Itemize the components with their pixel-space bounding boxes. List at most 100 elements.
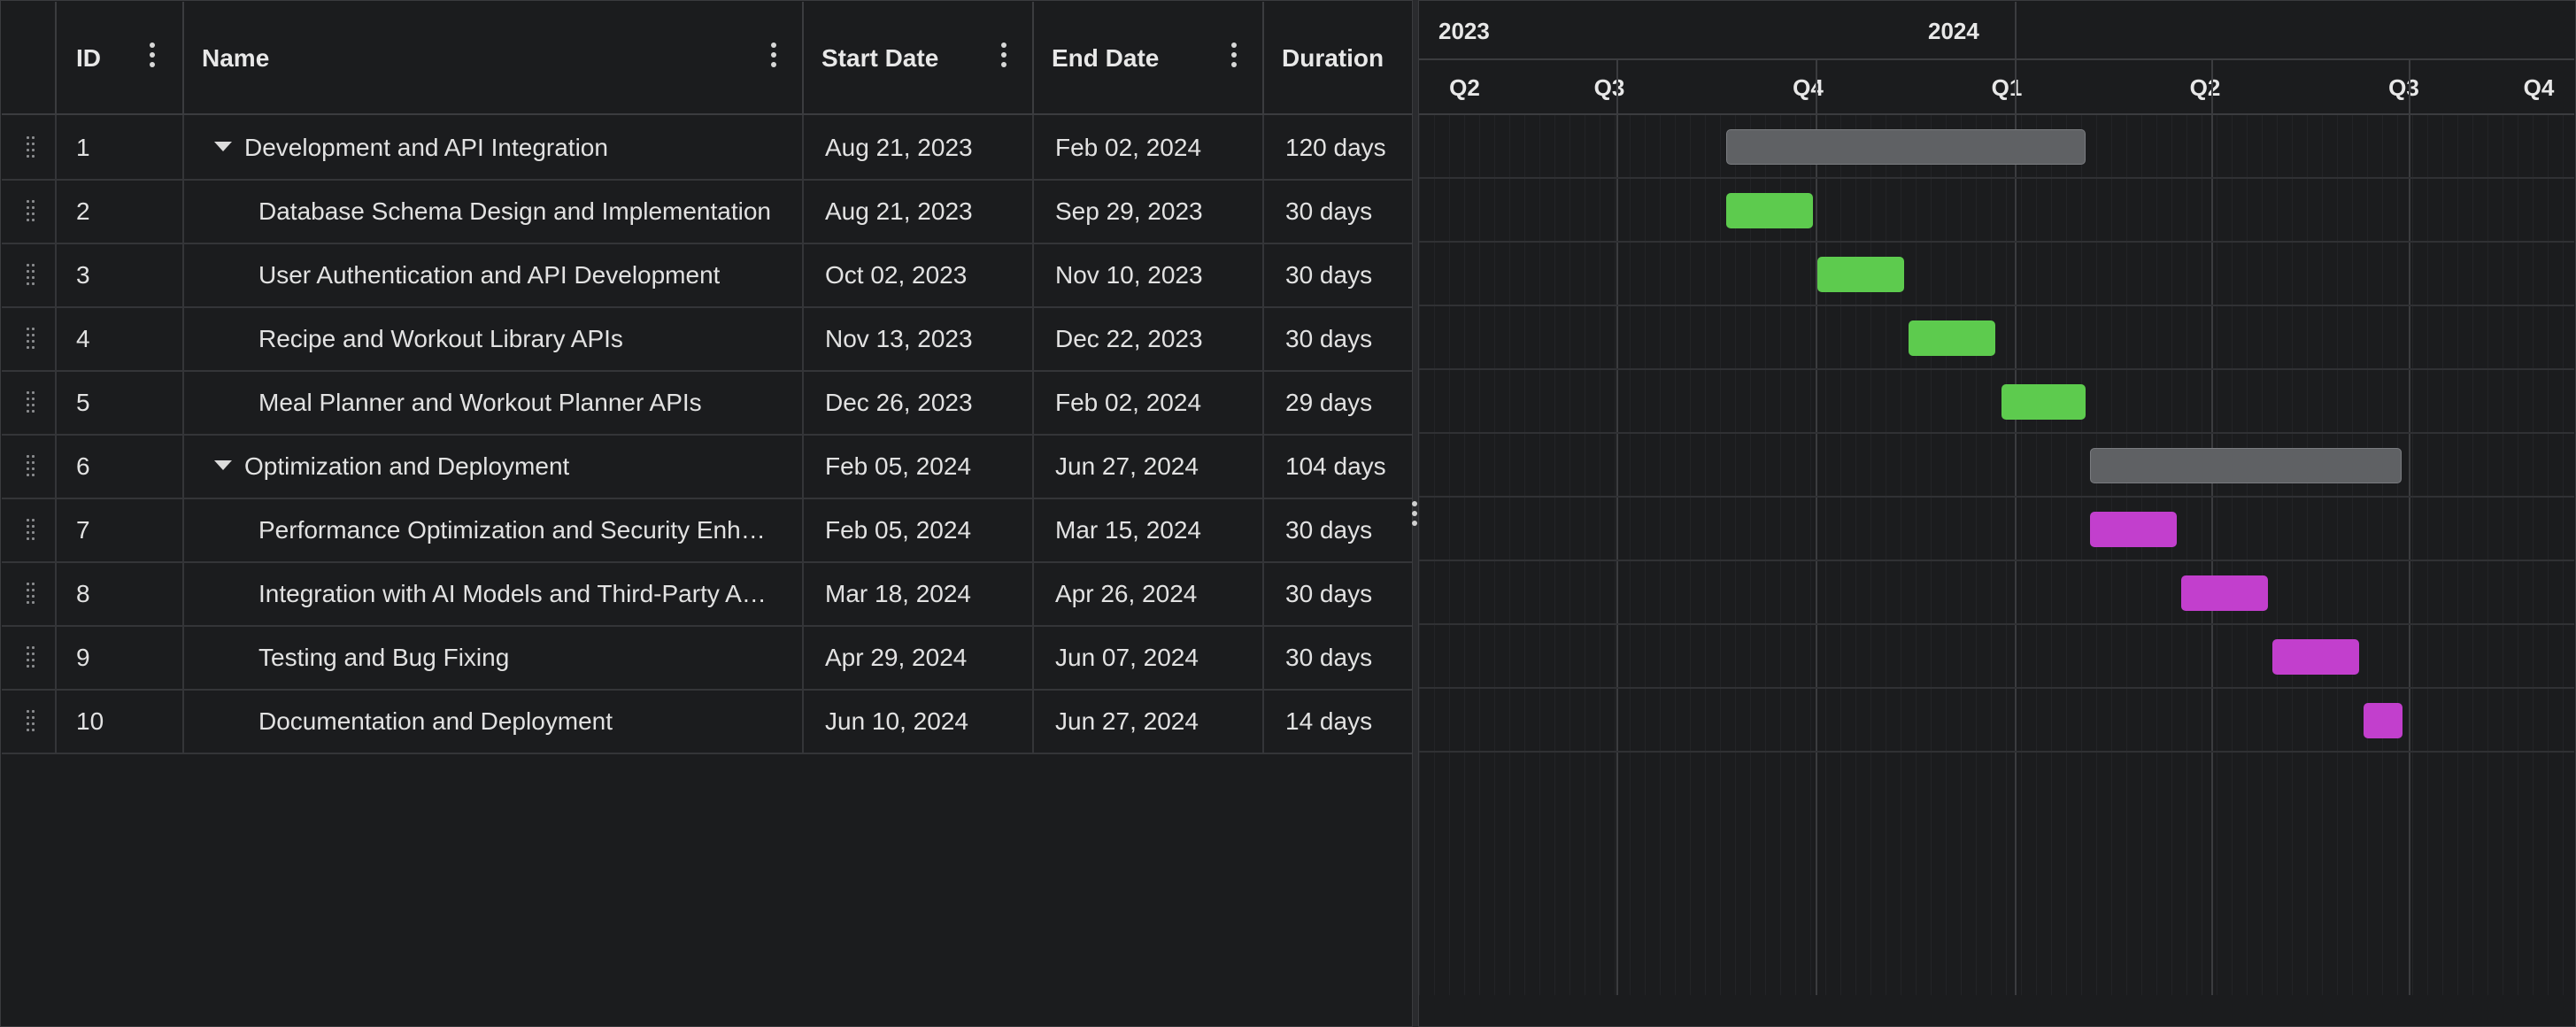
name-cell[interactable]: Development and API Integration bbox=[184, 115, 804, 179]
drag-handle-icon[interactable] bbox=[27, 646, 35, 668]
start-date-cell[interactable]: Apr 29, 2024 bbox=[804, 625, 1034, 689]
start-date: Aug 21, 2023 bbox=[825, 134, 973, 161]
gridline bbox=[2111, 115, 2112, 995]
task-bar[interactable] bbox=[2090, 512, 2177, 547]
end-date-cell[interactable]: Jun 27, 2024 bbox=[1034, 434, 1264, 498]
table-row[interactable]: 10 Documentation and Deployment Jun 10, … bbox=[2, 689, 1412, 754]
column-header-name[interactable]: Name bbox=[184, 2, 804, 113]
end-date-cell[interactable]: Nov 10, 2023 bbox=[1034, 243, 1264, 306]
gridline bbox=[2382, 115, 2383, 995]
column-header-end-date[interactable]: End Date bbox=[1034, 2, 1264, 113]
gantt-chart: 2023 2024 Q2 Q3 Q4 Q1 Q2 Q3 Q4 bbox=[1419, 2, 2574, 1025]
drag-cell[interactable] bbox=[2, 434, 57, 498]
drag-handle-icon[interactable] bbox=[27, 455, 35, 476]
duration-cell[interactable]: 30 days bbox=[1264, 179, 1412, 243]
task-bar[interactable] bbox=[1726, 193, 1813, 228]
table-row[interactable]: 3 User Authentication and API Developmen… bbox=[2, 243, 1412, 308]
name-cell[interactable]: Testing and Bug Fixing bbox=[184, 625, 804, 689]
name-cell[interactable]: User Authentication and API Development bbox=[184, 243, 804, 306]
gridline bbox=[1780, 115, 1781, 995]
column-header-duration[interactable]: Duration bbox=[1264, 2, 1412, 113]
start-date-cell[interactable]: Feb 05, 2024 bbox=[804, 498, 1034, 561]
table-row[interactable]: 9 Testing and Bug Fixing Apr 29, 2024 Ju… bbox=[2, 625, 1412, 691]
column-menu-icon[interactable] bbox=[149, 42, 156, 69]
name-cell[interactable]: Performance Optimization and Security En… bbox=[184, 498, 804, 561]
column-header-id[interactable]: ID bbox=[57, 2, 184, 113]
end-date-cell[interactable]: Mar 15, 2024 bbox=[1034, 498, 1264, 561]
name-cell[interactable]: Optimization and Deployment bbox=[184, 434, 804, 498]
timeline-quarter: Q3 bbox=[1593, 74, 1625, 101]
start-date-cell[interactable]: Jun 10, 2024 bbox=[804, 689, 1034, 753]
end-date-cell[interactable]: Apr 26, 2024 bbox=[1034, 561, 1264, 625]
end-date-cell[interactable]: Jun 27, 2024 bbox=[1034, 689, 1264, 753]
splitter-handle-icon[interactable] bbox=[1411, 501, 1418, 528]
end-date-cell[interactable]: Dec 22, 2023 bbox=[1034, 306, 1264, 370]
start-date-cell[interactable]: Mar 18, 2024 bbox=[804, 561, 1034, 625]
drag-handle-icon[interactable] bbox=[27, 391, 35, 413]
column-header-start-date[interactable]: Start Date bbox=[804, 2, 1034, 113]
drag-cell[interactable] bbox=[2, 561, 57, 625]
drag-cell[interactable] bbox=[2, 689, 57, 753]
drag-handle-icon[interactable] bbox=[27, 328, 35, 349]
drag-handle-icon[interactable] bbox=[27, 583, 35, 604]
drag-cell[interactable] bbox=[2, 243, 57, 306]
table-row[interactable]: 5 Meal Planner and Workout Planner APIs … bbox=[2, 370, 1412, 436]
start-date-cell[interactable]: Aug 21, 2023 bbox=[804, 115, 1034, 179]
gridline bbox=[2126, 115, 2127, 995]
duration-cell[interactable]: 30 days bbox=[1264, 625, 1412, 689]
name-cell[interactable]: Documentation and Deployment bbox=[184, 689, 804, 753]
column-menu-icon[interactable] bbox=[1230, 42, 1238, 69]
drag-handle-icon[interactable] bbox=[27, 519, 35, 540]
expand-caret-icon[interactable] bbox=[214, 460, 232, 470]
duration-cell[interactable]: 14 days bbox=[1264, 689, 1412, 753]
expand-caret-icon[interactable] bbox=[214, 142, 232, 151]
start-date-cell[interactable]: Dec 26, 2023 bbox=[804, 370, 1034, 434]
end-date-cell[interactable]: Feb 02, 2024 bbox=[1034, 115, 1264, 179]
task-bar[interactable] bbox=[2272, 639, 2359, 675]
table-row[interactable]: 4 Recipe and Workout Library APIs Nov 13… bbox=[2, 306, 1412, 372]
drag-handle-icon[interactable] bbox=[27, 136, 35, 158]
duration-cell[interactable]: 30 days bbox=[1264, 243, 1412, 306]
drag-cell[interactable] bbox=[2, 625, 57, 689]
column-menu-icon[interactable] bbox=[770, 42, 777, 69]
duration-cell[interactable]: 30 days bbox=[1264, 306, 1412, 370]
task-bar[interactable] bbox=[2364, 703, 2402, 738]
column-menu-icon[interactable] bbox=[1000, 42, 1007, 69]
task-bar[interactable] bbox=[2181, 575, 2268, 611]
start-date-cell[interactable]: Oct 02, 2023 bbox=[804, 243, 1034, 306]
start-date-cell[interactable]: Nov 13, 2023 bbox=[804, 306, 1034, 370]
end-date-cell[interactable]: Sep 29, 2023 bbox=[1034, 179, 1264, 243]
task-bar[interactable] bbox=[2001, 384, 2086, 420]
table-row[interactable]: 8 Integration with AI Models and Third-P… bbox=[2, 561, 1412, 627]
table-row[interactable]: 7 Performance Optimization and Security … bbox=[2, 498, 1412, 563]
end-date-cell[interactable]: Feb 02, 2024 bbox=[1034, 370, 1264, 434]
drag-cell[interactable] bbox=[2, 179, 57, 243]
table-row[interactable]: 2 Database Schema Design and Implementat… bbox=[2, 179, 1412, 244]
name-cell[interactable]: Integration with AI Models and Third-Par… bbox=[184, 561, 804, 625]
task-bar[interactable] bbox=[1909, 320, 1995, 356]
start-date-cell[interactable]: Aug 21, 2023 bbox=[804, 179, 1034, 243]
name-cell[interactable]: Database Schema Design and Implementatio… bbox=[184, 179, 804, 243]
summary-task-bar[interactable] bbox=[1726, 129, 2086, 165]
gridline bbox=[2006, 115, 2007, 995]
drag-cell[interactable] bbox=[2, 115, 57, 179]
duration-cell[interactable]: 30 days bbox=[1264, 498, 1412, 561]
drag-handle-icon[interactable] bbox=[27, 264, 35, 285]
table-row[interactable]: 6 Optimization and Deployment Feb 05, 20… bbox=[2, 434, 1412, 499]
drag-handle-icon[interactable] bbox=[27, 200, 35, 221]
task-bar[interactable] bbox=[1817, 257, 1904, 292]
drag-cell[interactable] bbox=[2, 306, 57, 370]
duration-cell[interactable]: 30 days bbox=[1264, 561, 1412, 625]
duration-cell[interactable]: 104 days bbox=[1264, 434, 1412, 498]
drag-handle-icon[interactable] bbox=[27, 710, 35, 731]
name-cell[interactable]: Meal Planner and Workout Planner APIs bbox=[184, 370, 804, 434]
start-date-cell[interactable]: Feb 05, 2024 bbox=[804, 434, 1034, 498]
duration-cell[interactable]: 29 days bbox=[1264, 370, 1412, 434]
end-date-cell[interactable]: Jun 07, 2024 bbox=[1034, 625, 1264, 689]
duration-cell[interactable]: 120 days bbox=[1264, 115, 1412, 179]
drag-cell[interactable] bbox=[2, 370, 57, 434]
table-row[interactable]: 1 Development and API Integration Aug 21… bbox=[2, 115, 1412, 181]
drag-cell[interactable] bbox=[2, 498, 57, 561]
name-cell[interactable]: Recipe and Workout Library APIs bbox=[184, 306, 804, 370]
summary-task-bar[interactable] bbox=[2090, 448, 2402, 483]
